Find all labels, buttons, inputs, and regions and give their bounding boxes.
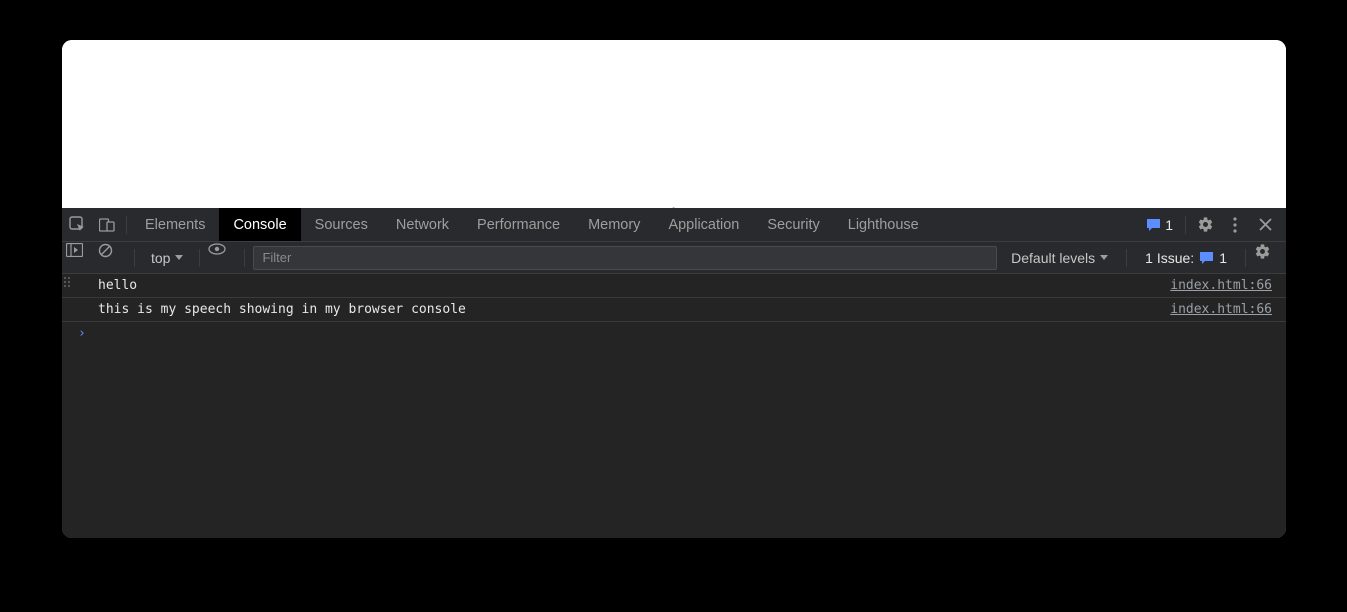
live-expression-icon[interactable]: [208, 243, 236, 273]
context-label: top: [151, 250, 170, 266]
divider: [1126, 249, 1127, 267]
tab-elements[interactable]: Elements: [131, 208, 219, 241]
toggle-sidebar-icon[interactable]: [66, 243, 94, 273]
log-row: hello index.html:66: [62, 274, 1286, 298]
settings-icon[interactable]: [1190, 208, 1220, 242]
divider: [244, 249, 245, 267]
log-source-link[interactable]: index.html:66: [1170, 302, 1276, 317]
issue-chat-icon: [1199, 251, 1214, 265]
filter-input[interactable]: [253, 246, 997, 270]
divider: [199, 249, 200, 267]
levels-label: Default levels: [1011, 250, 1095, 266]
issue-count: 1: [1219, 250, 1227, 266]
chevron-down-icon: [1100, 255, 1108, 260]
issue-label: 1 Issue:: [1145, 250, 1194, 266]
clear-console-icon[interactable]: [98, 243, 126, 273]
log-levels-selector[interactable]: Default levels: [1001, 250, 1118, 266]
divider: [1185, 216, 1186, 234]
console-toolbar: top Default levels 1 Issue: 1: [62, 242, 1286, 274]
execution-context-selector[interactable]: top: [143, 250, 191, 266]
divider: [1245, 249, 1246, 267]
toolbar-issues-link[interactable]: 1 Issue: 1: [1135, 250, 1237, 266]
log-message: this is my speech showing in my browser …: [98, 302, 466, 317]
close-devtools-icon[interactable]: [1250, 208, 1280, 242]
tab-console[interactable]: Console: [219, 208, 300, 241]
divider: [126, 216, 127, 234]
tabbar-right: 1: [1138, 208, 1286, 242]
prompt-chevron-icon: ›: [78, 326, 86, 341]
console-log-area: hello index.html:66 this is my speech sh…: [62, 274, 1286, 538]
more-menu-icon[interactable]: [1220, 208, 1250, 242]
log-source-link[interactable]: index.html:66: [1170, 278, 1276, 293]
tab-security[interactable]: Security: [753, 208, 833, 241]
console-prompt[interactable]: ›: [62, 322, 1286, 344]
page-viewport: ●: [62, 40, 1286, 208]
devtools-tabbar: Elements Console Sources Network Perform…: [62, 208, 1286, 242]
tab-memory[interactable]: Memory: [574, 208, 654, 241]
browser-window: ● Elements Console Sources Network Perfo…: [62, 40, 1286, 538]
chevron-down-icon: [175, 255, 183, 260]
drag-grip-icon[interactable]: [62, 274, 72, 290]
log-message: hello: [98, 278, 137, 293]
log-row: this is my speech showing in my browser …: [62, 298, 1286, 322]
devtools-tabs: Elements Console Sources Network Perform…: [131, 208, 933, 241]
device-toolbar-icon[interactable]: [92, 208, 122, 242]
console-settings-icon[interactable]: [1254, 243, 1282, 273]
divider: [134, 249, 135, 267]
tab-sources[interactable]: Sources: [301, 208, 382, 241]
tab-lighthouse[interactable]: Lighthouse: [834, 208, 933, 241]
tab-network[interactable]: Network: [382, 208, 463, 241]
tabbar-issues-chip[interactable]: 1: [1138, 217, 1181, 233]
inspect-element-icon[interactable]: [62, 208, 92, 242]
tab-performance[interactable]: Performance: [463, 208, 574, 241]
tabbar-issues-count: 1: [1165, 217, 1173, 233]
tab-application[interactable]: Application: [654, 208, 753, 241]
devtools-panel: Elements Console Sources Network Perform…: [62, 208, 1286, 538]
